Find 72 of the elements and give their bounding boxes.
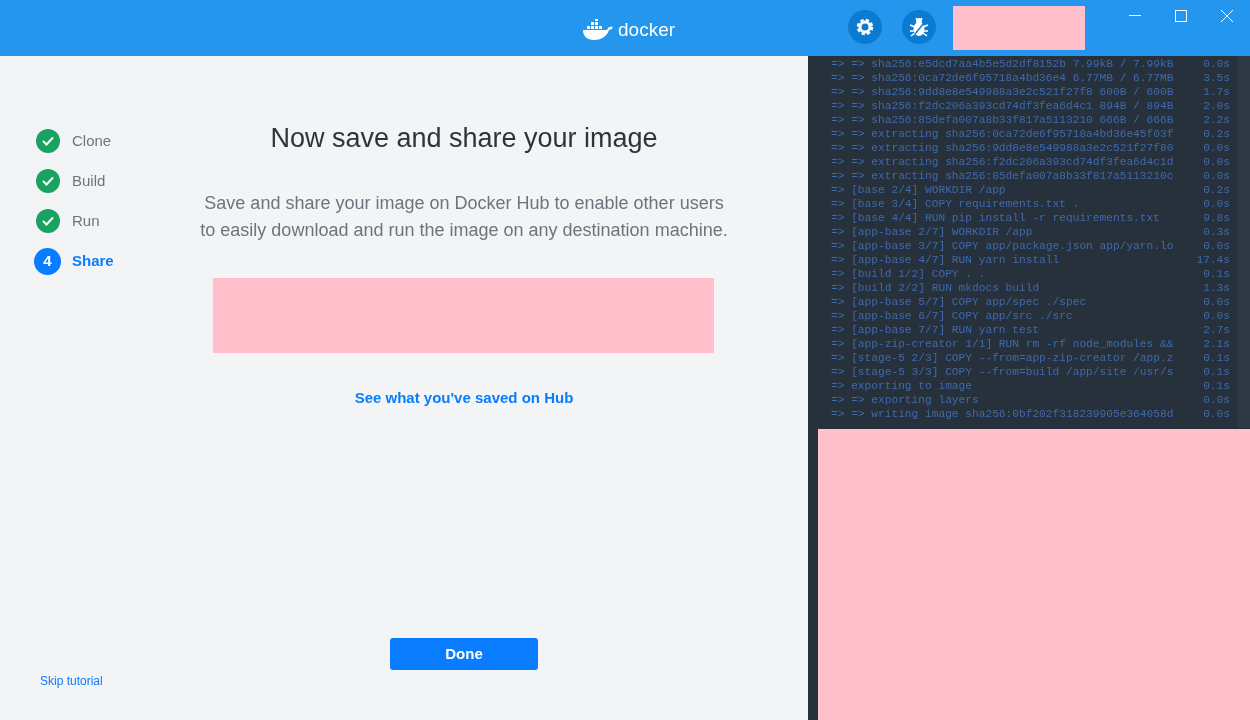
minimize-icon	[1129, 15, 1141, 17]
done-button[interactable]: Done	[390, 638, 538, 670]
log-time: 3.5s	[1203, 71, 1230, 85]
log-time: 0.0s	[1203, 197, 1230, 211]
scrollbar[interactable]	[1238, 56, 1250, 428]
log-line: => [app-base 5/7] COPY app/spec ./spec	[831, 295, 1087, 309]
log-line: => [build 2/2] RUN mkdocs build	[831, 281, 1040, 295]
log-line: => => extracting sha256:85defa007a8b33f817a5113210c	[831, 169, 1174, 183]
log-time: 2.7s	[1203, 323, 1230, 337]
log-time: 0.1s	[1203, 365, 1230, 379]
step-number: 4	[34, 247, 61, 275]
log-time: 0.0s	[1203, 393, 1230, 407]
log-line: => [base 2/4] WORKDIR /app	[831, 183, 1006, 197]
log-line: => [app-zip-creator 1/1] RUN rm -rf node_modules &&	[831, 337, 1174, 351]
maximize-icon	[1175, 10, 1187, 22]
log-time: 0.1s	[1203, 267, 1230, 281]
log-line: => => extracting sha256:9dd8e8e549988a3e2c521f27f80	[831, 141, 1174, 155]
log-line: => => writing image sha256:0bf202f318239905e364058d	[831, 407, 1174, 421]
page-title: Now save and share your image	[269, 122, 659, 155]
step-item[interactable]: Run	[36, 201, 114, 241]
log-time: 0.0s	[1203, 309, 1230, 323]
log-line: => [app-base 4/7] RUN yarn install	[831, 253, 1060, 267]
log-line: => exporting to image	[831, 379, 972, 393]
log-time: 0.0s	[1203, 155, 1230, 169]
log-line: => [stage-5 2/3] COPY --from=app-zip-creator /app.z	[831, 351, 1174, 365]
bug-report-button[interactable]	[902, 10, 936, 44]
skip-tutorial-link[interactable]: Skip tutorial	[40, 672, 103, 690]
log-time: 0.0s	[1203, 141, 1230, 155]
log-line: => => sha256:0ca72de6f95718a4bd36e4 6.77MB / 6.77MB	[831, 71, 1174, 85]
log-line: => => extracting sha256:0ca72de6f95718a4bd36e45f03f	[831, 127, 1174, 141]
close-icon	[1221, 10, 1233, 22]
log-time: 1.7s	[1203, 85, 1230, 99]
log-time: 2.2s	[1203, 113, 1230, 127]
log-line: => [stage-5 3/3] COPY --from=build /app/site /usr/s	[831, 365, 1174, 379]
log-line: => [app-base 2/7] WORKDIR /app	[831, 225, 1033, 239]
log-line: => => sha256:85defa007a8b33f817a5113210 666B / 666B	[831, 113, 1174, 127]
step-item[interactable]: Clone	[36, 121, 114, 161]
settings-button[interactable]	[848, 10, 882, 44]
log-line: => => sha256:9dd8e8e549988a3e2c521f27f8 600B / 600B	[831, 85, 1174, 99]
bug-icon	[908, 16, 930, 38]
settings-icon	[855, 17, 875, 37]
log-line: => => sha256:f2dc206a393cd74df3fea6d4c1 894B / 894B	[831, 99, 1174, 113]
log-time: 0.0s	[1203, 239, 1230, 253]
log-time: 17.4s	[1196, 253, 1230, 267]
log-time: 0.2s	[1203, 183, 1230, 197]
log-time: 9.8s	[1203, 211, 1230, 225]
log-line: => [app-base 6/7] COPY app/src ./src	[831, 309, 1073, 323]
logo-text: docker	[618, 18, 676, 42]
log-line: => [build 1/2] COPY . .	[831, 267, 986, 281]
log-line: => => extracting sha256:f2dc206a393cd74df3fea6d4c1d	[831, 155, 1174, 169]
log-time: 0.1s	[1203, 351, 1230, 365]
step-item[interactable]: Build	[36, 161, 114, 201]
log-time: 1.3s	[1203, 281, 1230, 295]
whale-icon	[582, 19, 614, 42]
log-line: => [app-base 7/7] RUN yarn test	[831, 323, 1040, 337]
log-line: => => sha256:e5dcd7aa4b5e5d2df8152b 7.99kB / 7.99kB	[831, 57, 1174, 71]
description-text: Save and share your image on Docker Hub to enable other users to easily download and run the image on any destination machine.	[199, 192, 729, 243]
log-line: => [app-base 3/7] COPY app/package.json app/yarn.lo	[831, 239, 1174, 253]
log-time: 0.2s	[1203, 127, 1230, 141]
log-time: 0.3s	[1203, 225, 1230, 239]
log-time: 0.0s	[1203, 295, 1230, 309]
log-line: => [base 3/4] COPY requirements.txt .	[831, 197, 1080, 211]
log-time: 2.0s	[1203, 99, 1230, 113]
log-time: 0.1s	[1203, 379, 1230, 393]
log-line: => [base 4/4] RUN pip install -r requirements.txt	[831, 211, 1160, 225]
log-time: 0.0s	[1203, 407, 1230, 421]
log-time: 0.0s	[1203, 57, 1230, 71]
hub-link[interactable]: See what you've saved on Hub	[354, 387, 574, 410]
log-line: => => exporting layers	[831, 393, 979, 407]
log-time: 2.1s	[1203, 337, 1230, 351]
log-time: 0.0s	[1203, 169, 1230, 183]
step-item[interactable]: 4 Share	[36, 241, 114, 281]
